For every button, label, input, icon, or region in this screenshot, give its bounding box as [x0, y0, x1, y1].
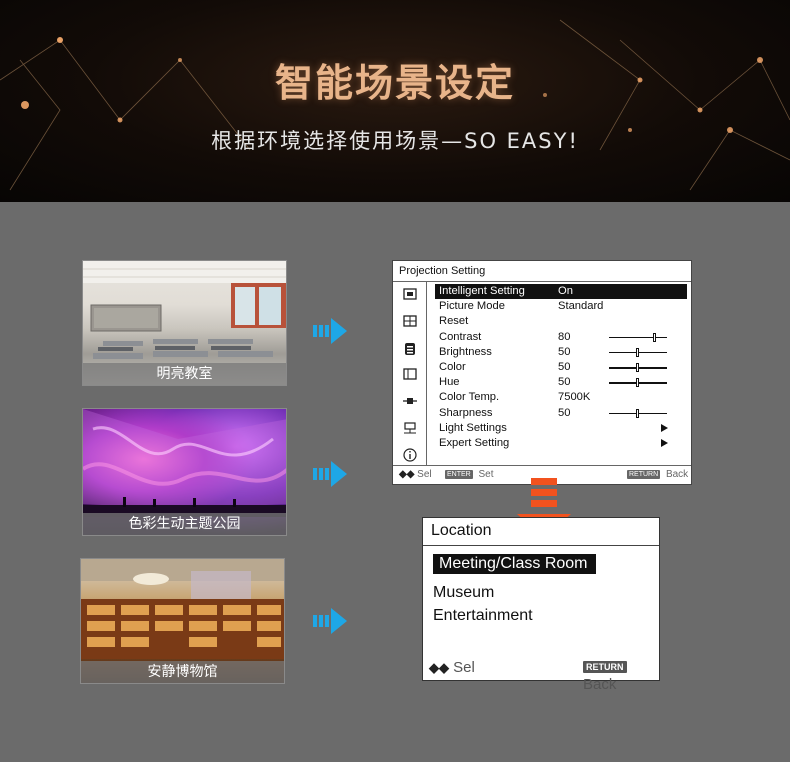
slider-knob[interactable] — [636, 362, 639, 372]
return-key-badge: RETURN — [583, 661, 627, 673]
row-label: Contrast — [439, 330, 482, 343]
scene-caption-classroom: 明亮教室 — [83, 363, 286, 385]
arrow-right-icon — [313, 608, 347, 634]
page-title: 智能场景设定 — [274, 61, 515, 105]
menu-row-brightness[interactable]: Brightness 50 — [435, 345, 687, 360]
connection-icon[interactable] — [402, 395, 418, 409]
scene-photo-theme-park: 色彩生动主题公园 — [82, 408, 287, 536]
row-label: Sharpness — [439, 406, 493, 419]
scene-caption-theme-park: 色彩生动主题公园 — [83, 513, 286, 535]
row-label: Brightness — [439, 345, 492, 358]
row-label: Hue — [439, 376, 460, 389]
sel-label: Sel — [453, 659, 475, 676]
menu-row-reset[interactable]: Reset — [435, 314, 687, 329]
sharpness-slider[interactable] — [609, 408, 667, 418]
row-value: 50 — [558, 345, 571, 358]
slider-knob[interactable] — [636, 378, 639, 388]
slider-knob[interactable] — [653, 332, 657, 342]
scene-caption-museum: 安静博物馆 — [81, 661, 284, 683]
screen-icon[interactable] — [402, 315, 418, 329]
row-label: Light Settings — [439, 421, 507, 434]
menu-title: Projection Setting — [399, 265, 486, 277]
row-value: Standard — [558, 300, 604, 313]
menu-row-hue[interactable]: Hue 50 — [435, 375, 687, 390]
menu-row-contrast[interactable]: Contrast 80 — [435, 330, 687, 345]
footer-back-hint: RETURN Back — [583, 659, 659, 693]
color-slider[interactable] — [609, 362, 667, 372]
hue-slider[interactable] — [609, 378, 667, 388]
sel-label: Sel — [417, 469, 432, 480]
menu-row-color[interactable]: Color 50 — [435, 360, 687, 375]
row-value: 50 — [558, 406, 571, 419]
footer-set-hint: ENTER Set — [445, 469, 494, 480]
row-label: Expert Setting — [439, 436, 510, 449]
slider-knob[interactable] — [636, 408, 639, 418]
footer-back-hint: RETURN Back — [627, 469, 688, 480]
row-value: 80 — [558, 330, 571, 343]
scene-photo-classroom: 明亮教室 — [82, 260, 287, 386]
location-option-museum[interactable]: Museum — [433, 584, 494, 602]
page-subtitle: 根据环境选择使用场景—SO EASY! — [211, 129, 579, 153]
settings-list-icon[interactable] — [402, 342, 418, 356]
row-label: Color Temp. — [439, 391, 500, 404]
up-down-icon: ◆◆ — [399, 469, 415, 480]
divider — [423, 545, 659, 546]
slider-knob[interactable] — [636, 347, 639, 357]
info-icon[interactable] — [402, 448, 418, 462]
brightness-slider[interactable] — [609, 347, 667, 357]
function-icon[interactable] — [402, 368, 418, 382]
menu-row-expert-setting[interactable]: Expert Setting — [435, 436, 687, 451]
menu-row-sharpness[interactable]: Sharpness 50 — [435, 406, 687, 421]
projection-setting-menu: Projection Setting Intelligent Setting O… — [392, 260, 692, 485]
row-label: Reset — [439, 315, 469, 328]
menu-title: Location — [431, 522, 492, 539]
location-option-meeting-class-room[interactable]: Meeting/Class Room — [433, 554, 596, 574]
submenu-arrow-icon — [661, 438, 668, 447]
row-label: Intelligent Setting — [439, 285, 525, 297]
row-label: Color — [439, 360, 466, 373]
menu-row-light-settings[interactable]: Light Settings — [435, 421, 687, 436]
menu-icon-column — [393, 282, 427, 465]
menu-row-intelligent-setting[interactable]: Intelligent Setting On — [435, 284, 687, 300]
back-label: Back — [583, 676, 617, 693]
menu-rows: Intelligent Setting On Picture Mode Stan… — [435, 284, 687, 451]
scene-photo-museum: 安静博物馆 — [80, 558, 285, 684]
footer-sel-hint: ◆◆ Sel — [429, 659, 475, 676]
enter-key-badge: ENTER — [445, 470, 473, 479]
picture-icon[interactable] — [402, 288, 418, 302]
up-down-icon: ◆◆ — [429, 660, 449, 675]
location-option-entertainment[interactable]: Entertainment — [433, 607, 533, 625]
set-label: Set — [478, 469, 494, 480]
divider — [393, 465, 691, 466]
row-value: 50 — [558, 360, 571, 373]
divider — [393, 281, 691, 282]
contrast-slider[interactable] — [609, 332, 667, 342]
arrow-right-icon — [313, 318, 347, 344]
row-value: 7500K — [558, 391, 591, 404]
footer-sel-hint: ◆◆ Sel — [399, 469, 432, 480]
menu-row-picture-mode[interactable]: Picture Mode Standard — [435, 299, 687, 314]
submenu-arrow-icon — [661, 423, 668, 432]
return-key-badge: RETURN — [627, 470, 661, 479]
network-icon[interactable] — [402, 422, 418, 436]
row-label: Picture Mode — [439, 300, 505, 313]
back-label: Back — [665, 469, 689, 480]
row-value: On — [558, 285, 573, 297]
location-menu: Location Meeting/Class Room Museum Enter… — [422, 517, 660, 693]
arrow-right-icon — [313, 461, 347, 487]
menu-row-color-temp[interactable]: Color Temp. 7500K — [435, 390, 687, 405]
header-banner: 智能场景设定 根据环境选择使用场景—SO EASY! — [0, 0, 790, 202]
row-value: 50 — [558, 376, 571, 389]
